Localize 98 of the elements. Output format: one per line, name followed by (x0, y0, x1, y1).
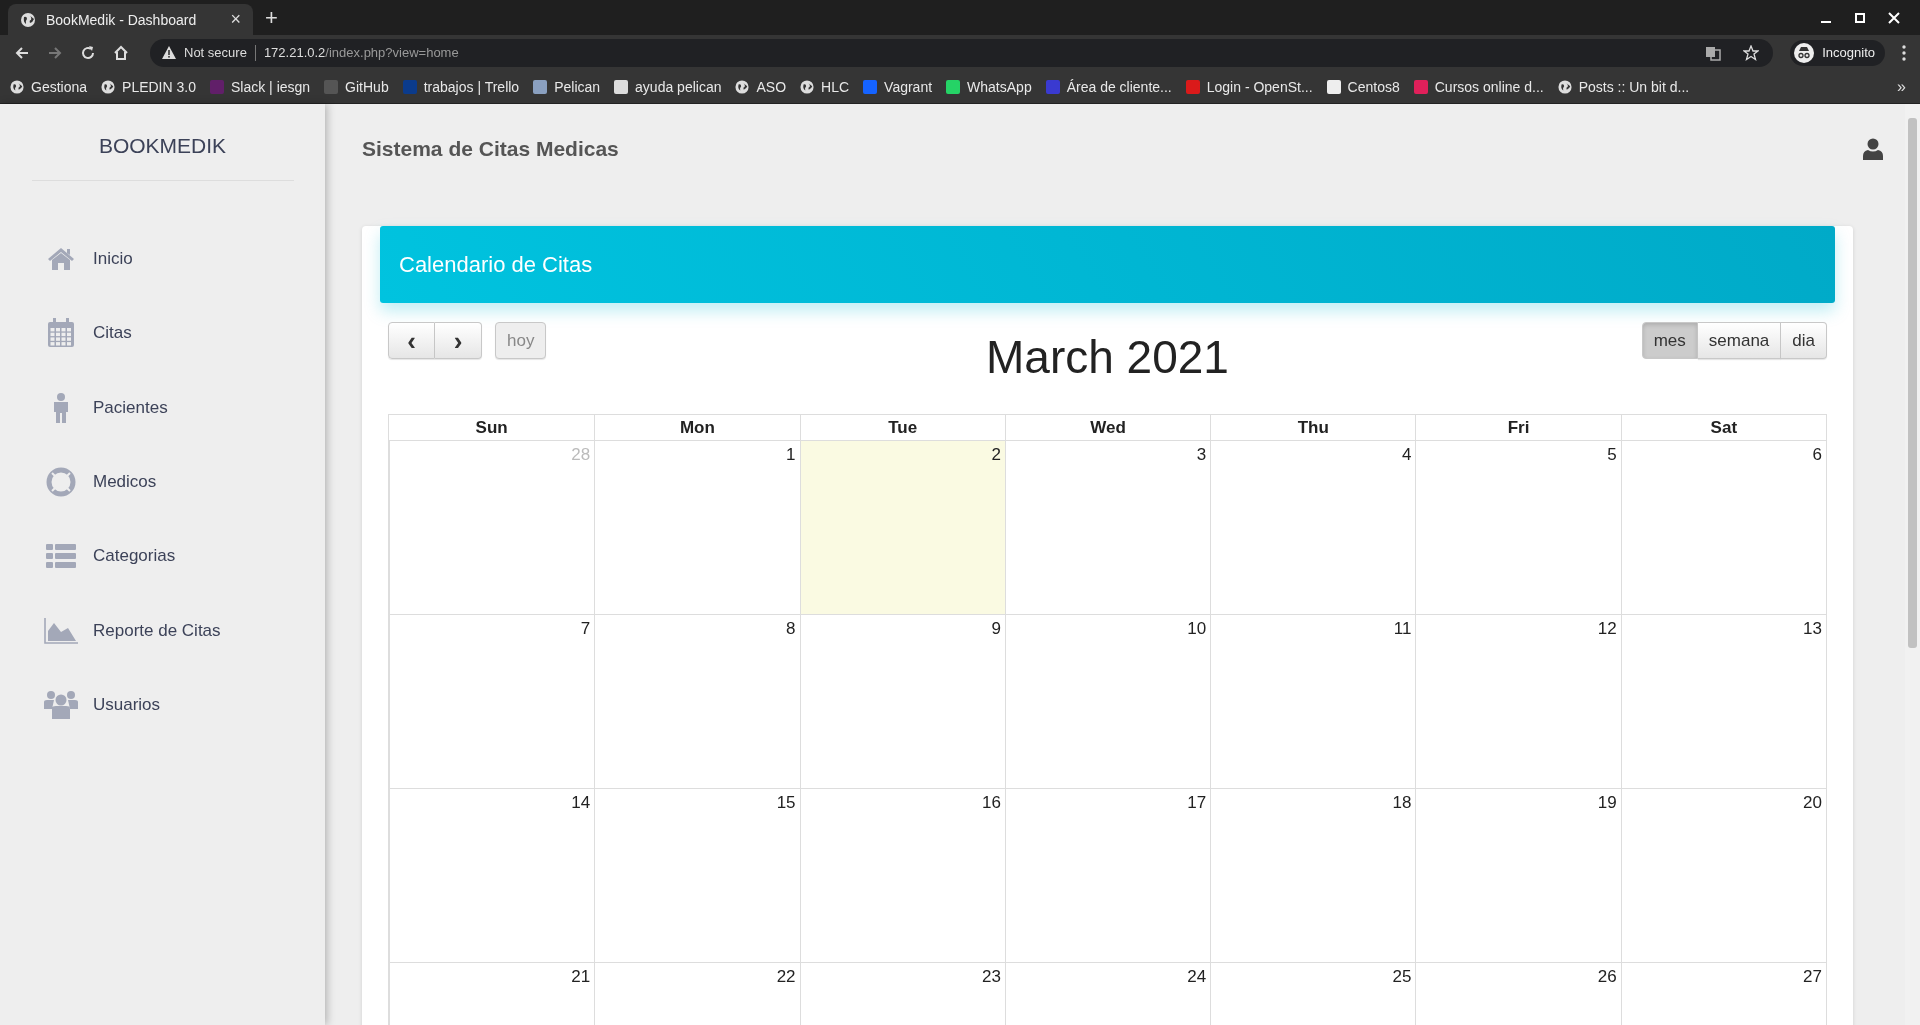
home-icon (47, 247, 75, 272)
sidebar-item[interactable]: Medicos (0, 444, 325, 520)
close-icon[interactable] (1888, 11, 1900, 24)
incognito-profile-button[interactable]: Incognito (1790, 39, 1885, 66)
bookmark-link[interactable]: PLEDIN 3.0 (101, 78, 196, 95)
bookmark-link[interactable]: Gestiona (10, 78, 88, 95)
previous-month-button[interactable]: ‹ (388, 322, 435, 359)
day-cell[interactable]: 24 (1004, 962, 1211, 1025)
url-text: 172.21.0.2/index.php?view=home (263, 45, 459, 60)
day-cell[interactable]: 14 (389, 788, 595, 962)
view-button[interactable]: semana (1697, 322, 1782, 359)
calendar-icon (47, 318, 75, 349)
new-tab-button[interactable]: + (265, 5, 278, 31)
weekday-header: Sat (1620, 415, 1826, 440)
day-cell[interactable]: 25 (1210, 962, 1416, 1025)
bookmark-link[interactable]: Login - OpenSt... (1185, 78, 1313, 95)
day-cell[interactable]: 10 (1004, 614, 1211, 788)
sidebar-item[interactable]: Pacientes (0, 370, 325, 445)
day-cell[interactable]: 18 (1210, 788, 1416, 962)
sidebar-item[interactable]: Categorias (0, 519, 325, 594)
close-tab-button[interactable]: × (230, 9, 241, 30)
users-icon (44, 689, 78, 720)
day-cell[interactable]: 21 (389, 962, 595, 1025)
browser-tab[interactable]: BookMedik - Dashboard × (8, 4, 253, 35)
bookmark-link[interactable]: HLC (800, 78, 850, 95)
weekday-header: Thu (1210, 415, 1416, 440)
home-icon[interactable] (113, 44, 129, 61)
day-cell[interactable]: 2 (799, 440, 1005, 614)
list-icon (46, 544, 76, 569)
reload-icon[interactable] (80, 44, 96, 61)
bookmark-link[interactable]: Área de cliente... (1045, 78, 1172, 95)
bookmark-link[interactable]: Pelican (533, 78, 601, 95)
day-cell[interactable]: 16 (799, 788, 1005, 962)
back-arrow-icon[interactable] (14, 44, 30, 61)
day-cell[interactable]: 3 (1004, 440, 1211, 614)
day-cell[interactable]: 12 (1415, 614, 1621, 788)
day-cell[interactable]: 17 (1004, 788, 1211, 962)
calendar-title: March 2021 (986, 330, 1229, 384)
star-icon[interactable] (1743, 44, 1760, 61)
globe-icon (101, 79, 116, 94)
day-cell[interactable]: 27 (1620, 962, 1826, 1025)
weekday-header: Wed (1004, 415, 1211, 440)
view-button[interactable]: dia (1781, 322, 1827, 359)
security-label: Not secure (184, 45, 247, 60)
bookmark-link[interactable]: Posts :: Un bit d... (1557, 78, 1690, 95)
day-cell[interactable]: 23 (799, 962, 1005, 1025)
day-cell[interactable]: 15 (594, 788, 800, 962)
weekday-header: Fri (1415, 415, 1621, 440)
address-field[interactable]: Not secure 172.21.0.2/index.php?view=home (150, 38, 1774, 67)
brand-logo-text: BOOKMEDIK (98, 134, 227, 158)
day-cell[interactable]: 19 (1415, 788, 1621, 962)
lifebuoy-icon (46, 467, 76, 498)
weekday-header: Sun (474, 417, 509, 439)
bookmark-link[interactable]: trabajos | Trello (402, 78, 520, 95)
area-chart-icon (44, 617, 78, 644)
bookmark-link[interactable]: GitHub (324, 78, 389, 95)
view-button[interactable]: mes (1641, 322, 1698, 359)
day-cell[interactable]: 11 (1210, 614, 1416, 788)
user-icon[interactable] (1863, 138, 1883, 160)
incognito-icon (1794, 42, 1815, 63)
forward-arrow-icon[interactable] (47, 44, 63, 61)
translate-icon[interactable] (1705, 44, 1722, 61)
warning-icon (162, 46, 176, 59)
globe-icon (10, 79, 24, 94)
kebab-menu-icon[interactable] (1902, 44, 1906, 61)
sidebar-item[interactable]: Inicio (0, 222, 325, 297)
sidebar-item[interactable]: Reporte de Citas (0, 593, 325, 668)
globe-icon (735, 79, 750, 94)
day-cell[interactable]: 4 (1210, 440, 1416, 614)
bookmark-link[interactable]: Vagrant (863, 78, 933, 95)
bookmark-link[interactable]: WhatsApp (946, 78, 1032, 95)
day-cell[interactable]: 7 (389, 614, 595, 788)
day-cell[interactable]: 22 (594, 962, 800, 1025)
day-cell[interactable]: 6 (1620, 440, 1826, 614)
day-cell[interactable]: 5 (1415, 440, 1621, 614)
globe-icon (1557, 79, 1572, 94)
page-title: Sistema de Citas Medicas (362, 137, 619, 161)
bookmark-link[interactable]: Cursos online d... (1413, 78, 1544, 95)
globe-icon (20, 11, 36, 28)
more-bookmarks-button[interactable]: » (1897, 77, 1910, 96)
globe-icon (800, 79, 815, 94)
maximize-icon[interactable] (1854, 11, 1866, 24)
weekday-header: Mon (594, 415, 800, 440)
day-cell[interactable]: 8 (594, 614, 800, 788)
bookmark-link[interactable]: ASO (735, 78, 787, 95)
day-cell[interactable]: 26 (1415, 962, 1621, 1025)
day-cell[interactable]: 9 (799, 614, 1005, 788)
sidebar-item[interactable]: Citas (0, 296, 325, 371)
sidebar-item[interactable]: Usuarios (0, 667, 325, 743)
bookmark-link[interactable]: Centos8 (1326, 78, 1400, 95)
bookmark-link[interactable]: ayuda pelican (614, 78, 722, 95)
next-month-button[interactable]: › (435, 322, 482, 359)
day-cell[interactable]: 20 (1620, 788, 1826, 962)
bookmark-link[interactable]: Slack | iesgn (210, 78, 311, 95)
card-title: Calendario de Citas (399, 251, 593, 278)
day-cell[interactable]: 13 (1620, 614, 1826, 788)
day-cell[interactable]: 1 (594, 440, 800, 614)
person-icon (52, 392, 70, 423)
